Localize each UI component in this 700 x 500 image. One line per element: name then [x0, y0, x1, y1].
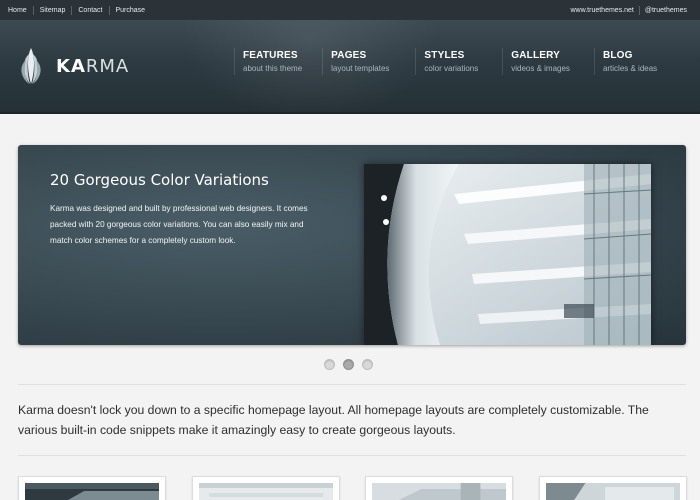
nav-title: STYLES — [424, 50, 465, 61]
feature-slider[interactable]: 20 Gorgeous Color Variations Karma was d… — [18, 145, 686, 345]
slider-dot-active[interactable] — [343, 359, 354, 370]
website-link[interactable]: www.truethemes.net — [565, 6, 638, 15]
nav-title: BLOG — [602, 50, 633, 61]
nav-gallery[interactable]: GALLERY videos & images — [502, 48, 570, 75]
thumbnail-1[interactable] — [18, 476, 166, 500]
top-link-home[interactable]: Home — [6, 6, 33, 15]
nav-subtitle: layout templates — [331, 64, 390, 73]
nav-subtitle: about this theme — [243, 64, 303, 73]
site-header: KARMA FEATURES about this theme PAGES la… — [0, 20, 700, 114]
main-nav: FEATURES about this theme PAGES layout t… — [234, 48, 657, 75]
lotus-logo-icon — [21, 48, 41, 84]
top-links: Home Sitemap Contact Purchase — [6, 5, 152, 15]
slider-dot[interactable] — [362, 359, 373, 370]
thumbnail-image — [546, 483, 680, 500]
slider-pagination — [324, 359, 381, 370]
logo-text-rest: RMA — [85, 55, 130, 77]
nav-title: FEATURES — [243, 50, 298, 61]
thumbnail-image — [199, 483, 333, 500]
logo-text-bold: KA — [56, 55, 86, 77]
nav-title: GALLERY — [511, 50, 561, 61]
thumbnail-image — [372, 483, 506, 500]
nav-subtitle: videos & images — [511, 64, 570, 73]
logo-text: KARMA — [56, 56, 129, 77]
thumbnail-3[interactable] — [365, 476, 513, 500]
architecture-photo — [364, 164, 651, 345]
nav-pages[interactable]: PAGES layout templates — [322, 48, 389, 75]
twitter-link[interactable]: @truethemes — [638, 5, 692, 15]
top-link-sitemap[interactable]: Sitemap — [32, 5, 72, 15]
nav-title: PAGES — [331, 50, 367, 61]
top-link-purchase[interactable]: Purchase — [108, 5, 152, 15]
slider-dot[interactable] — [324, 359, 335, 370]
building-interior-image — [364, 164, 651, 345]
slide-text: Karma was designed and built by professi… — [50, 204, 308, 245]
nav-styles[interactable]: STYLES color variations — [415, 48, 478, 75]
intro-paragraph: Karma doesn't lock you down to a specifi… — [18, 403, 649, 437]
nav-subtitle: articles & ideas — [602, 64, 658, 73]
top-bar: Home Sitemap Contact Purchase www.trueth… — [0, 0, 700, 20]
thumbnail-2[interactable] — [192, 476, 340, 500]
top-link-contact[interactable]: Contact — [71, 5, 108, 15]
site-logo[interactable]: KARMA — [18, 46, 129, 86]
nav-blog[interactable]: BLOG articles & ideas — [593, 48, 658, 75]
thumbnail-4[interactable] — [539, 476, 687, 500]
thumbnail-image — [25, 483, 159, 500]
slide-title: 20 Gorgeous Color Variations — [50, 171, 269, 189]
top-right-links: www.truethemes.net @truethemes — [565, 5, 692, 15]
divider — [18, 455, 686, 456]
divider — [18, 384, 686, 385]
nav-subtitle: color variations — [424, 64, 479, 73]
nav-features[interactable]: FEATURES about this theme — [234, 48, 302, 75]
